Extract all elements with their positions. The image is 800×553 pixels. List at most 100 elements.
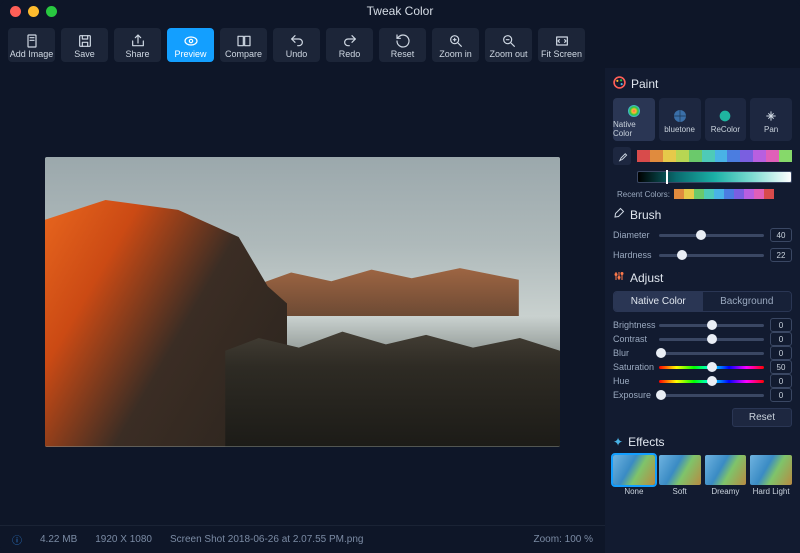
brightness-slider: Brightness 0	[613, 318, 792, 332]
hardness-track[interactable]	[659, 254, 764, 257]
exposure-slider: Exposure 0	[613, 388, 792, 402]
paint-tab-pan[interactable]: Pan	[750, 98, 792, 141]
effect-soft[interactable]: Soft	[659, 455, 701, 496]
zoom-out-button[interactable]: Zoom out	[485, 28, 532, 62]
effects-row: NoneSoftDreamyHard Light	[613, 455, 792, 496]
seg-native-color[interactable]: Native Color	[614, 292, 703, 311]
redo-icon	[342, 32, 358, 49]
color-swatch[interactable]	[715, 150, 728, 162]
zoomout-icon	[501, 32, 517, 49]
diameter-value[interactable]: 40	[770, 228, 792, 242]
recent-color-swatch[interactable]	[744, 189, 754, 199]
color-swatch[interactable]	[753, 150, 766, 162]
color-swatch[interactable]	[766, 150, 779, 162]
save-button[interactable]: Save	[61, 28, 108, 62]
hardness-value[interactable]: 22	[770, 248, 792, 262]
color-swatch[interactable]	[727, 150, 740, 162]
paint-tab-bluetone[interactable]: bluetone	[659, 98, 701, 141]
image-preview[interactable]	[45, 157, 560, 447]
shade-slider[interactable]	[637, 171, 792, 183]
paint-tab-native-color[interactable]: Native Color	[613, 98, 655, 141]
recent-colors-row: Recent Colors:	[617, 189, 792, 199]
recent-color-swatch[interactable]	[674, 189, 684, 199]
share-button[interactable]: Share	[114, 28, 161, 62]
adjust-reset-button[interactable]: Reset	[732, 408, 792, 427]
main-area: ⓘ 4.22 MB 1920 X 1080 Screen Shot 2018-0…	[0, 68, 800, 553]
toolbar-label: Compare	[225, 49, 262, 59]
contrast-value[interactable]: 0	[770, 332, 792, 346]
recolor-icon	[717, 107, 733, 125]
recent-color-swatch[interactable]	[694, 189, 704, 199]
effect-dreamy[interactable]: Dreamy	[705, 455, 747, 496]
adjust-reset-row: Reset	[613, 408, 792, 427]
preview-button[interactable]: Preview	[167, 28, 214, 62]
hardness-label: Hardness	[613, 250, 653, 260]
blur-value[interactable]: 0	[770, 346, 792, 360]
hue-label: Hue	[613, 376, 653, 386]
paint-title: Paint	[613, 76, 792, 92]
exposure-track[interactable]	[659, 394, 764, 397]
canvas-column: ⓘ 4.22 MB 1920 X 1080 Screen Shot 2018-0…	[0, 68, 605, 553]
bluetone-icon	[672, 107, 688, 125]
blur-slider: Blur 0	[613, 346, 792, 360]
color-swatch[interactable]	[637, 150, 650, 162]
exposure-value[interactable]: 0	[770, 388, 792, 402]
hue-value[interactable]: 0	[770, 374, 792, 388]
toolbar-label: Redo	[339, 49, 361, 59]
saturation-slider: Saturation 50	[613, 360, 792, 374]
color-swatch[interactable]	[702, 150, 715, 162]
eyedropper-button[interactable]	[613, 147, 631, 165]
app-window: Tweak Color Add Image Save SharePreview Com…	[0, 0, 800, 553]
color-row	[613, 147, 792, 165]
effect-none[interactable]: None	[613, 455, 655, 496]
redo-button[interactable]: Redo	[326, 28, 373, 62]
color-swatch[interactable]	[740, 150, 753, 162]
undo-button[interactable]: Undo	[273, 28, 320, 62]
color-swatch[interactable]	[779, 150, 792, 162]
brightness-track[interactable]	[659, 324, 764, 327]
color-swatch[interactable]	[689, 150, 702, 162]
adjust-title: Adjust	[613, 270, 792, 285]
recent-colors	[674, 189, 774, 199]
recent-color-swatch[interactable]	[704, 189, 714, 199]
saturation-value[interactable]: 50	[770, 360, 792, 374]
paint-tab-recolor[interactable]: ReColor	[705, 98, 747, 141]
brightness-value[interactable]: 0	[770, 318, 792, 332]
brush-title: Brush	[613, 207, 792, 222]
paint-icon	[613, 76, 626, 92]
add-image-button[interactable]: Add Image	[8, 28, 55, 62]
compare-button[interactable]: Compare	[220, 28, 267, 62]
status-filename: Screen Shot 2018-06-26 at 2.07.55 PM.png	[170, 534, 363, 545]
effect-hard-light[interactable]: Hard Light	[750, 455, 792, 496]
status-filesize: 4.22 MB	[40, 534, 77, 545]
effect-thumb	[659, 455, 701, 485]
pan-icon	[763, 107, 779, 125]
color-swatch[interactable]	[663, 150, 676, 162]
hue-track[interactable]	[659, 380, 764, 383]
undo-icon	[289, 32, 305, 49]
info-icon: ⓘ	[12, 532, 22, 547]
reset-button[interactable]: Reset	[379, 28, 426, 62]
color-swatch[interactable]	[676, 150, 689, 162]
share-icon	[130, 32, 146, 49]
recent-color-swatch[interactable]	[764, 189, 774, 199]
recent-color-swatch[interactable]	[734, 189, 744, 199]
contrast-track[interactable]	[659, 338, 764, 341]
recent-color-swatch[interactable]	[724, 189, 734, 199]
diameter-track[interactable]	[659, 234, 764, 237]
blur-label: Blur	[613, 348, 653, 358]
fit-screen-button[interactable]: Fit Screen	[538, 28, 585, 62]
window-title: Tweak Color	[0, 4, 800, 18]
status-zoom: Zoom: 100 %	[534, 534, 593, 545]
recent-color-swatch[interactable]	[754, 189, 764, 199]
recent-color-swatch[interactable]	[684, 189, 694, 199]
toolbar-label: Fit Screen	[541, 49, 582, 59]
saturation-track[interactable]	[659, 366, 764, 369]
blur-track[interactable]	[659, 352, 764, 355]
zoom-in-button[interactable]: Zoom in	[432, 28, 479, 62]
recent-color-swatch[interactable]	[714, 189, 724, 199]
color-swatch[interactable]	[650, 150, 663, 162]
toolbar-label: Save	[74, 49, 95, 59]
seg-background[interactable]: Background	[703, 292, 792, 311]
zoomin-icon	[448, 32, 464, 49]
